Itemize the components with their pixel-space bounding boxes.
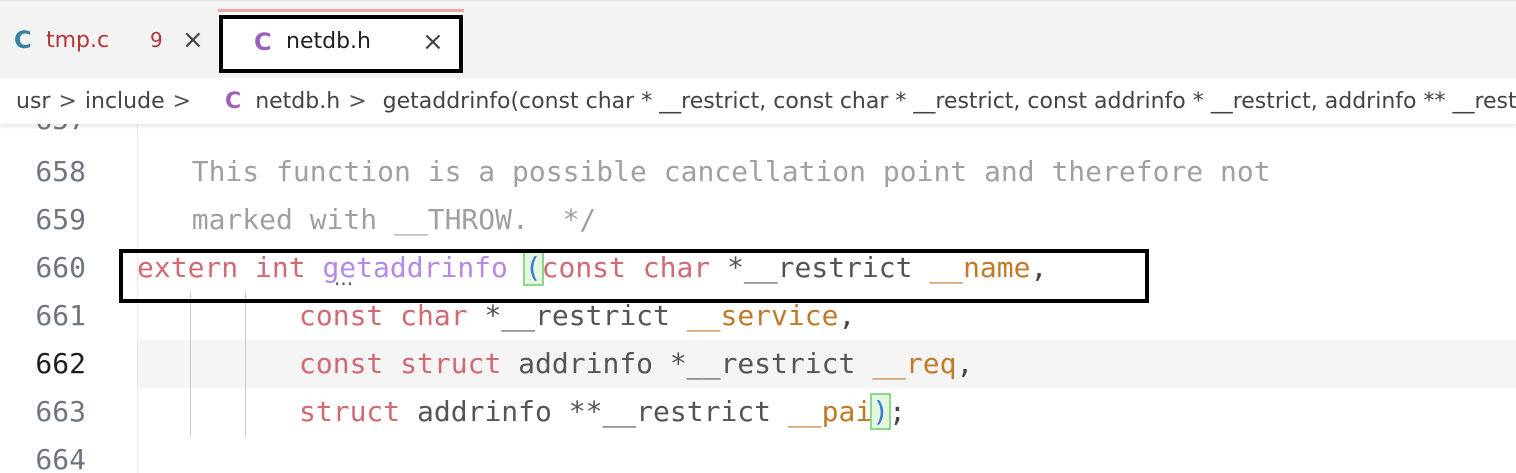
code-text: const struct addrinfo *__restrict __req, [299,347,974,380]
line-number: 662 [35,347,86,380]
problem-count-badge: 9 [150,28,163,52]
tab-label: netdb.h [286,29,371,54]
chevron-right-icon: > [172,88,192,114]
tab-label: tmp.c [46,27,110,53]
code-line: 662 const struct addrinfo *__restrict __… [0,340,1516,388]
c-file-icon: C [225,88,242,114]
close-icon[interactable]: × [422,29,444,55]
tab-bar: C tmp.c 9 × C netdb.h × [0,0,1516,78]
code-text: extern int getaddrinfo (const char *__re… [137,249,1048,286]
tab-tmp-c[interactable]: C tmp.c 9 × [0,9,218,71]
code-line: 664 [0,436,1516,473]
c-file-icon: C [14,26,32,54]
code-line: 659 marked with __THROW. */ [0,196,1516,244]
indent-guide [245,292,246,436]
code-line: 663 struct addrinfo **__restrict __pai); [0,388,1516,436]
breadcrumb-item-usr[interactable]: usr [16,89,50,114]
code-line: 660 extern int getaddrinfo (const char *… [0,244,1516,292]
code-line: 661 const char *__restrict __service, [0,292,1516,340]
code-comment: marked with __THROW. */ [158,203,597,236]
line-number: 660 [35,251,86,284]
tab-netdb-h[interactable]: C netdb.h × [218,9,464,71]
code-text: const char *__restrict __service, [299,299,856,332]
hover-ellipsis[interactable]: ... [334,266,353,290]
line-number: 658 [35,155,86,188]
line-number: 664 [35,443,86,473]
line-number: 661 [35,299,86,332]
code-editor[interactable]: 657 658 This function is a possible canc… [0,124,1516,473]
c-file-icon: C [254,27,272,56]
indent-guide [190,292,191,436]
breadcrumb-item-symbol[interactable]: getaddrinfo(const char * __restrict, con… [383,89,1516,114]
breadcrumb-item-include[interactable]: include [85,89,165,114]
chevron-right-icon: > [58,88,77,114]
breadcrumb-item-file[interactable]: netdb.h [255,89,340,114]
code-text: struct addrinfo **__restrict __pai); [299,393,906,430]
close-icon[interactable]: × [182,27,204,53]
breadcrumb: usr > include > C netdb.h > getaddrinfo(… [0,78,1516,124]
code-line: 658 This function is a possible cancella… [0,148,1516,196]
line-number: 663 [35,395,86,428]
code-line: 657 [0,124,1516,144]
line-number: 657 [0,124,86,144]
code-comment: This function is a possible cancellation… [158,155,1271,188]
line-number: 659 [35,203,86,236]
chevron-right-icon: > [348,88,367,114]
